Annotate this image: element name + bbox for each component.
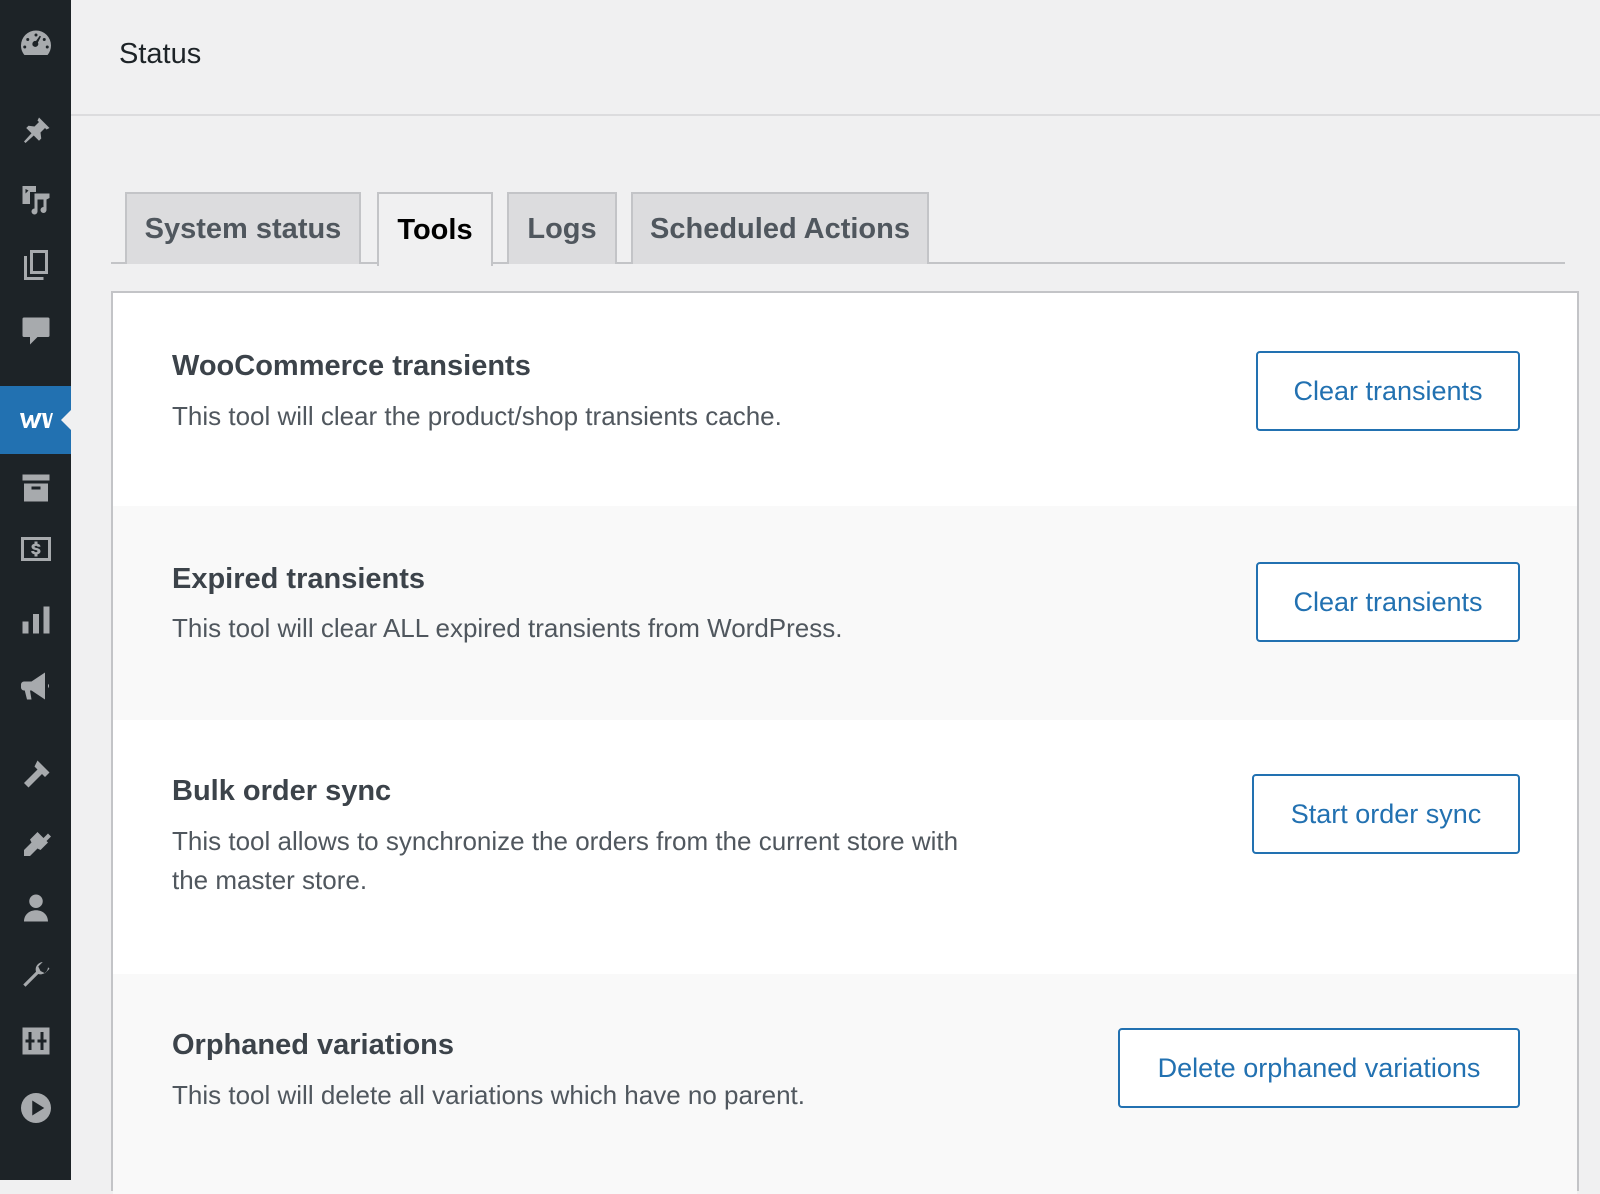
tool-row-orphaned-variations: Orphaned variations This tool will delet… xyxy=(113,974,1577,1194)
tools-panel: WooCommerce transients This tool will cl… xyxy=(111,291,1579,1194)
tools-icon[interactable] xyxy=(0,940,71,1008)
clear-transients-button[interactable]: Clear transients xyxy=(1256,351,1520,431)
archive-icon[interactable] xyxy=(0,454,71,522)
analytics-icon[interactable] xyxy=(0,586,71,654)
tool-row-expired-transients: Expired transients This tool will clear … xyxy=(113,506,1577,720)
tool-description: This tool allows to synchronize the orde… xyxy=(172,826,959,895)
marketing-icon[interactable] xyxy=(0,652,71,720)
page-title: Status xyxy=(119,38,202,70)
tab-system-status[interactable]: System status xyxy=(125,192,361,264)
tab-bar: System status Tools Logs Scheduled Actio… xyxy=(111,192,1565,266)
tool-title: Orphaned variations xyxy=(172,1029,455,1061)
tool-title: Bulk order sync xyxy=(172,775,392,807)
tab-tools[interactable]: Tools xyxy=(377,192,493,266)
users-icon[interactable] xyxy=(0,874,71,942)
comments-icon[interactable] xyxy=(0,297,71,365)
tool-row-woocommerce-transients: WooCommerce transients This tool will cl… xyxy=(113,293,1577,506)
media-icon[interactable] xyxy=(0,164,71,232)
admin-sidebar xyxy=(0,0,71,1180)
page-header: Status xyxy=(71,0,1600,116)
appearance-icon[interactable] xyxy=(0,740,71,808)
pages-icon[interactable] xyxy=(0,231,71,299)
tab-scheduled-actions[interactable]: Scheduled Actions xyxy=(631,192,929,264)
tool-description: This tool will clear the product/shop tr… xyxy=(172,401,782,431)
tab-logs[interactable]: Logs xyxy=(507,192,617,264)
play-icon[interactable] xyxy=(0,1074,71,1142)
tool-title: Expired transients xyxy=(172,563,426,595)
start-order-sync-button[interactable]: Start order sync xyxy=(1252,774,1520,854)
tool-row-bulk-order-sync: Bulk order sync This tool allows to sync… xyxy=(113,720,1577,974)
settings-icon[interactable] xyxy=(0,1007,71,1075)
payments-icon[interactable] xyxy=(0,515,71,583)
tool-description: This tool will clear ALL expired transie… xyxy=(172,613,843,643)
tool-title: WooCommerce transients xyxy=(172,350,531,382)
clear-expired-transients-button[interactable]: Clear transients xyxy=(1256,562,1520,642)
woocommerce-icon[interactable] xyxy=(0,386,71,454)
delete-orphaned-variations-button[interactable]: Delete orphaned variations xyxy=(1118,1028,1520,1108)
dashboard-icon[interactable] xyxy=(0,10,71,78)
plugins-icon[interactable] xyxy=(0,807,71,875)
pin-icon[interactable] xyxy=(0,97,71,165)
tool-description: This tool will delete all variations whi… xyxy=(172,1080,806,1110)
